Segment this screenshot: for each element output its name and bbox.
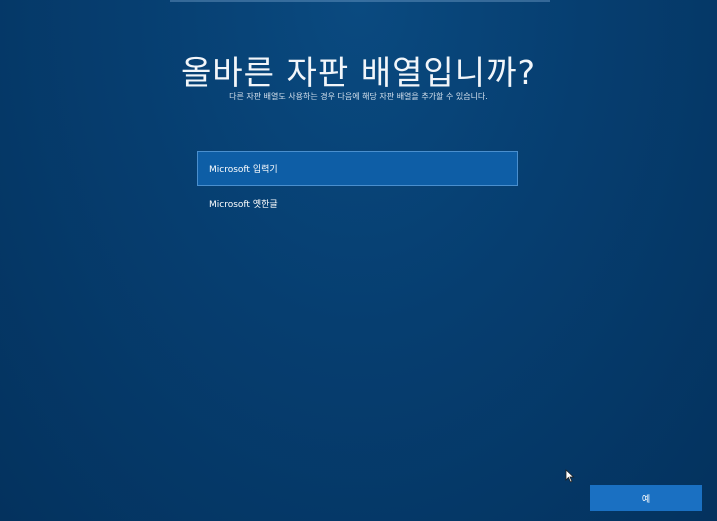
layout-option-microsoft-old-hangul[interactable]: Microsoft 옛한글 [197,186,518,221]
yes-button[interactable]: 예 [590,485,702,511]
layout-option-label: Microsoft 입력기 [209,165,278,175]
mouse-cursor-icon [565,469,575,483]
page-subtitle: 다른 자판 배열도 사용하는 경우 다음에 해당 자판 배열을 추가할 수 있습… [229,92,488,101]
keyboard-layout-list: Microsoft 입력기 Microsoft 옛한글 [197,151,518,221]
layout-option-microsoft-ime[interactable]: Microsoft 입력기 [197,151,518,186]
layout-option-label: Microsoft 옛한글 [209,200,278,210]
page-title: 올바른 자판 배열입니까? [180,53,537,92]
top-edge-highlight [170,0,550,2]
